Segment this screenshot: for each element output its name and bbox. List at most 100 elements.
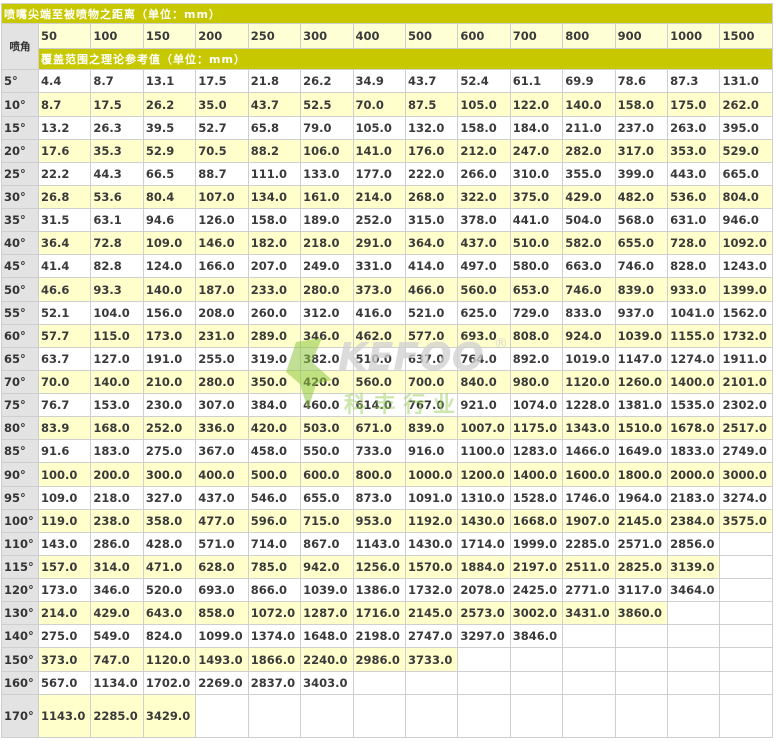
coverage-value-cell: 79.0: [300, 115, 354, 140]
distance-header-cell: 500: [404, 23, 459, 50]
coverage-value-cell: 2573.0: [457, 601, 511, 626]
coverage-value-cell: 643.0: [142, 601, 197, 626]
distance-header-cell: 400: [352, 23, 406, 50]
spray-angle-cell: 75°: [1, 393, 39, 418]
coverage-value-cell: 2285.0: [562, 531, 616, 556]
table-row: 170° 1143.0 2285.0 3429.0: [1, 693, 773, 739]
coverage-value-cell: 384.0: [247, 393, 302, 418]
coverage-value-cell: 873.0: [352, 485, 406, 510]
coverage-value-cell: 140.0: [562, 92, 616, 117]
distance-header-cell: 1500: [719, 23, 773, 50]
coverage-value-cell: 231.0: [195, 323, 249, 348]
table-row: 100° 119.0 238.0 358.0 477.0 596.0 715.0 953.0 1…: [1, 508, 773, 533]
coverage-value-cell: 521.0: [404, 300, 459, 325]
coverage-value-cell: 549.0: [90, 624, 144, 649]
coverage-value-cell: 212.0: [457, 138, 511, 163]
coverage-value-cell: 1120.0: [562, 369, 616, 395]
spray-angle-cell: 15°: [1, 115, 39, 140]
coverage-value-cell: 252.0: [352, 208, 406, 233]
table-row: 25° 22.2 44.3 66.5 88.7 111.0 133.0 177.0 222.0 2…: [1, 161, 773, 186]
coverage-value-cell: 2749.0: [719, 439, 773, 464]
coverage-value-cell: 1535.0: [667, 393, 721, 418]
coverage-value-cell: 1039.0: [614, 323, 669, 348]
table-row: 50° 46.6 93.3 140.0 187.0 233.0 280.0 373.0 466.…: [1, 277, 773, 302]
coverage-value-cell: 3431.0: [562, 601, 616, 626]
coverage-value-cell: 482.0: [614, 184, 669, 210]
coverage-value-cell: 13.1: [142, 69, 197, 94]
coverage-value-cell: 3464.0: [667, 578, 721, 603]
coverage-value-cell: 429.0: [90, 601, 144, 626]
empty-cell: [509, 693, 564, 739]
coverage-value-cell: 140.0: [142, 277, 197, 302]
coverage-value-cell: 88.7: [195, 161, 249, 186]
table-row: 140° 275.0 549.0 824.0 1099.0 1374.0 1648.0 219…: [1, 624, 773, 649]
coverage-value-cell: 560.0: [457, 277, 511, 302]
coverage-value-cell: 52.1: [37, 300, 92, 325]
coverage-value-cell: 1907.0: [562, 508, 616, 533]
coverage-value-cell: 52.9: [142, 138, 197, 163]
coverage-value-cell: 3117.0: [614, 578, 669, 603]
coverage-value-cell: 2384.0: [667, 508, 721, 533]
coverage-value-cell: 458.0: [247, 439, 302, 464]
coverage-value-cell: 126.0: [195, 208, 249, 233]
distance-header-cell: 700: [509, 23, 564, 50]
spray-angle-cell: 110°: [1, 531, 39, 556]
coverage-value-cell: 52.4: [457, 69, 511, 94]
coverage-value-cell: 1466.0: [562, 439, 616, 464]
coverage-value-cell: 63.7: [37, 346, 92, 371]
coverage-value-cell: 1228.0: [562, 393, 616, 418]
coverage-value-cell: 72.8: [90, 231, 144, 256]
table-row: 70° 70.0 140.0 210.0 280.0 350.0 420.0 560.0 700…: [1, 369, 773, 395]
coverage-value-cell: 275.0: [142, 439, 197, 464]
coverage-value-cell: 3733.0: [404, 647, 459, 672]
coverage-value-cell: 3846.0: [509, 624, 564, 649]
coverage-value-cell: 230.0: [142, 393, 197, 418]
coverage-value-cell: 17.5: [90, 92, 144, 117]
coverage-value-cell: 310.0: [509, 161, 564, 186]
table-row: 40° 36.4 72.8 109.0 146.0 182.0 218.0 291.0 364.…: [1, 231, 773, 256]
coverage-value-cell: 39.5: [142, 115, 197, 140]
coverage-value-cell: 2000.0: [667, 462, 721, 487]
coverage-value-cell: 2771.0: [562, 578, 616, 603]
coverage-value-cell: 1143.0: [37, 693, 92, 739]
table-row: 160° 567.0 1134.0 1702.0 2269.0 2837.0 3403.0: [1, 670, 773, 695]
coverage-value-cell: 625.0: [457, 300, 511, 325]
empty-cell: [667, 624, 721, 649]
coverage-value-cell: 153.0: [90, 393, 144, 418]
coverage-value-cell: 1493.0: [195, 647, 249, 672]
coverage-value-cell: 504.0: [562, 208, 616, 233]
coverage-value-cell: 44.3: [90, 161, 144, 186]
coverage-value-cell: 1746.0: [562, 485, 616, 510]
coverage-value-cell: 653.0: [509, 277, 564, 302]
coverage-title: 覆盖范围之理论参考值（单位：mm）: [38, 48, 773, 71]
spray-angle-cell: 90°: [1, 462, 39, 487]
spray-angle-cell: 120°: [1, 578, 39, 603]
empty-cell: [667, 601, 721, 626]
coverage-value-cell: 237.0: [614, 115, 669, 140]
coverage-value-cell: 70.0: [37, 369, 92, 395]
coverage-value-cell: 428.0: [142, 531, 197, 556]
coverage-value-cell: 2078.0: [457, 578, 511, 603]
empty-cell: [562, 624, 616, 649]
coverage-value-cell: 373.0: [37, 647, 92, 672]
table-row: 10° 8.7 17.5 26.2 35.0 43.7 52.5 70.0 87.5 105.0 1…: [1, 92, 773, 117]
coverage-value-cell: 312.0: [300, 300, 354, 325]
coverage-value-cell: 346.0: [300, 323, 354, 348]
coverage-value-cell: 22.2: [37, 161, 92, 186]
coverage-value-cell: 953.0: [352, 508, 406, 533]
coverage-value-cell: 263.0: [667, 115, 721, 140]
coverage-value-cell: 429.0: [562, 184, 616, 210]
coverage-value-cell: 1374.0: [247, 624, 302, 649]
coverage-value-cell: 2145.0: [404, 601, 459, 626]
coverage-value-cell: 3403.0: [300, 670, 354, 695]
coverage-value-cell: 2571.0: [614, 531, 669, 556]
coverage-value-cell: 631.0: [667, 208, 721, 233]
coverage-value-cell: 1260.0: [614, 369, 669, 395]
coverage-value-cell: 280.0: [300, 277, 354, 302]
coverage-value-cell: 600.0: [300, 462, 354, 487]
coverage-value-cell: 747.0: [90, 647, 144, 672]
coverage-value-cell: 8.7: [90, 69, 144, 94]
spray-angle-cell: 50°: [1, 277, 39, 302]
coverage-value-cell: 824.0: [142, 624, 197, 649]
coverage-value-cell: 173.0: [37, 578, 92, 603]
